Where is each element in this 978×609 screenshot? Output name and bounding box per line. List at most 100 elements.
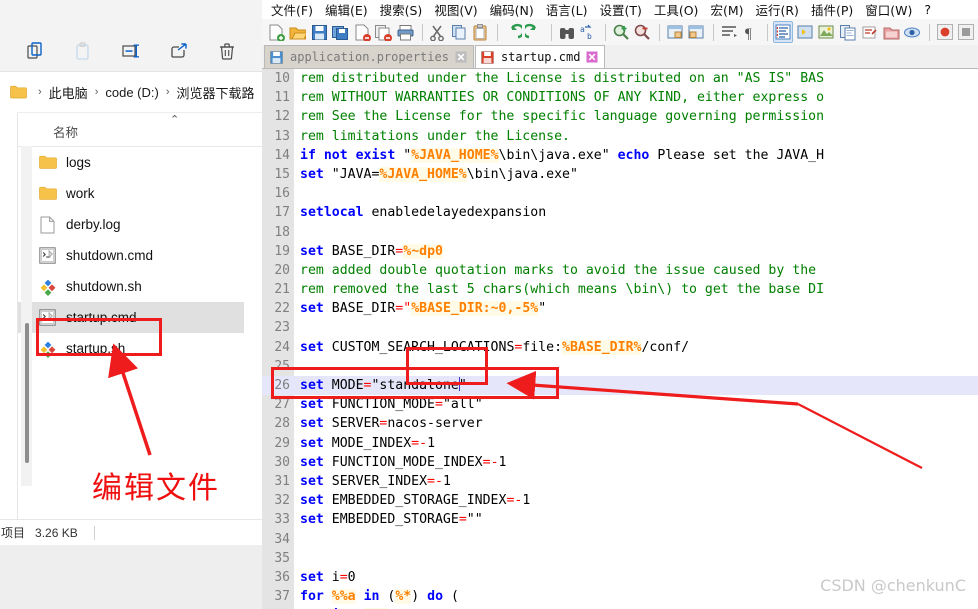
word-wrap-button[interactable] xyxy=(719,21,739,43)
code-line-12[interactable]: 12 rem See the License for the specific l… xyxy=(262,107,978,126)
redo-button[interactable] xyxy=(525,21,545,43)
code-line-21[interactable]: 21 rem removed the last 5 chars(which mea… xyxy=(262,280,978,299)
record-macro-button[interactable] xyxy=(935,21,955,43)
line-content[interactable]: set BASE_DIR="%BASE_DIR:~0,-5%" xyxy=(300,299,546,318)
code-lines[interactable]: 10 rem distributed under the License is d… xyxy=(262,69,978,609)
code-line-13[interactable]: 13 rem limitations under the License. xyxy=(262,127,978,146)
line-content[interactable]: rem WITHOUT WARRANTIES OR CONDITIONS OF … xyxy=(300,88,824,107)
line-content[interactable]: set EMBEDDED_STORAGE_INDEX=-1 xyxy=(300,491,530,510)
stop-macro-button[interactable] xyxy=(956,21,976,43)
share-button[interactable] xyxy=(166,38,192,64)
line-content[interactable]: rem limitations under the License. xyxy=(300,127,570,146)
undo-button[interactable] xyxy=(503,21,523,43)
line-content[interactable]: set "JAVA=%JAVA_HOME%\bin\java.exe" xyxy=(300,165,578,184)
new-file-button[interactable] xyxy=(266,21,286,43)
rename-button[interactable] xyxy=(118,38,144,64)
code-line-24[interactable]: 24 set CUSTOM_SEARCH_LOCATIONS=file:%BASE… xyxy=(262,338,978,357)
save-all-button[interactable] xyxy=(331,21,351,43)
code-line-23[interactable]: 23 xyxy=(262,318,978,337)
code-line-16[interactable]: 16 xyxy=(262,184,978,203)
menu-item-11[interactable]: 窗口(W) xyxy=(859,0,918,20)
menu-item-2[interactable]: 搜索(S) xyxy=(374,0,429,20)
line-content[interactable]: rem distributed under the License is dis… xyxy=(300,69,824,88)
line-content[interactable]: for %%a in (%*) do ( xyxy=(300,587,459,606)
show-symbols-button[interactable]: ¶ xyxy=(740,21,760,43)
copy-button[interactable] xyxy=(22,38,48,64)
line-content[interactable]: rem added double quotation marks to avoi… xyxy=(300,261,816,280)
code-line-33[interactable]: 33 set EMBEDDED_STORAGE="" xyxy=(262,510,978,529)
line-content[interactable]: set EMBEDDED_STORAGE="" xyxy=(300,510,483,529)
delete-button[interactable] xyxy=(214,38,240,64)
menu-item-4[interactable]: 编码(N) xyxy=(484,0,540,20)
code-line-15[interactable]: 15 set "JAVA=%JAVA_HOME%\bin\java.exe" xyxy=(262,165,978,184)
show-utf8-button[interactable] xyxy=(795,21,815,43)
sync-scroll-h-button[interactable] xyxy=(686,21,706,43)
code-line-30[interactable]: 30 set FUNCTION_MODE_INDEX=-1 xyxy=(262,453,978,472)
menu-item-1[interactable]: 编辑(E) xyxy=(319,0,374,20)
open-file-button[interactable] xyxy=(288,21,308,43)
menu-item-5[interactable]: 语言(L) xyxy=(540,0,594,20)
cut-button[interactable] xyxy=(428,21,448,43)
close-icon[interactable] xyxy=(586,51,598,63)
zoom-in-button[interactable] xyxy=(611,21,631,43)
print-button[interactable] xyxy=(395,21,415,43)
code-line-35[interactable]: 35 xyxy=(262,549,978,568)
sync-scroll-v-button[interactable] xyxy=(665,21,685,43)
monitor-button[interactable] xyxy=(903,21,923,43)
explorer-scrollbar-thumb[interactable] xyxy=(25,323,29,463)
copy-button[interactable] xyxy=(449,21,469,43)
file-row-work[interactable]: work xyxy=(18,178,244,209)
close-icon[interactable] xyxy=(455,51,467,63)
code-line-19[interactable]: 19 set BASE_DIR=%~dp0 xyxy=(262,242,978,261)
menu-item-3[interactable]: 视图(V) xyxy=(428,0,483,20)
folder-workspace-button[interactable] xyxy=(881,21,901,43)
line-content[interactable]: rem removed the last 5 chars(which means… xyxy=(300,280,824,299)
code-line-11[interactable]: 11 rem WITHOUT WARRANTIES OR CONDITIONS O… xyxy=(262,88,978,107)
code-line-28[interactable]: 28 set SERVER=nacos-server xyxy=(262,414,978,433)
line-content[interactable]: set i=0 xyxy=(300,568,356,587)
line-content[interactable]: if not exist "%JAVA_HOME%\bin\java.exe" … xyxy=(300,146,824,165)
paste-button[interactable] xyxy=(70,38,96,64)
code-line-14[interactable]: 14 if not exist "%JAVA_HOME%\bin\java.exe… xyxy=(262,146,978,165)
code-line-17[interactable]: 17 setlocal enabledelayedexpansion xyxy=(262,203,978,222)
menu-item-6[interactable]: 设置(T) xyxy=(593,0,647,20)
column-header-name[interactable]: 名称 xyxy=(53,122,78,141)
close-all-button[interactable] xyxy=(374,21,394,43)
menu-item-7[interactable]: 工具(O) xyxy=(648,0,705,20)
code-line-18[interactable]: 18 xyxy=(262,223,978,242)
breadcrumb-item-0[interactable]: 此电脑 xyxy=(49,83,88,102)
indent-guide-button[interactable] xyxy=(772,21,793,43)
zoom-out-button[interactable] xyxy=(633,21,653,43)
line-content[interactable]: set SERVER_INDEX=-1 xyxy=(300,472,451,491)
menu-item-0[interactable]: 文件(F) xyxy=(265,0,319,20)
file-row-shutdown-cmd[interactable]: shutdown.cmd xyxy=(18,240,244,271)
line-content[interactable]: set MODE_INDEX=-1 xyxy=(300,434,435,453)
file-list-column-header[interactable]: 名称 ⌃ xyxy=(18,113,262,147)
file-row-shutdown-sh[interactable]: shutdown.sh xyxy=(18,271,244,302)
line-content[interactable]: set SERVER=nacos-server xyxy=(300,414,483,433)
line-content[interactable]: rem See the License for the specific lan… xyxy=(300,107,824,126)
code-line-10[interactable]: 10 rem distributed under the License is d… xyxy=(262,69,978,88)
replace-button[interactable]: ab xyxy=(579,21,599,43)
code-line-29[interactable]: 29 set MODE_INDEX=-1 xyxy=(262,434,978,453)
menu-item-9[interactable]: 运行(R) xyxy=(749,0,804,20)
close-button[interactable] xyxy=(352,21,372,43)
breadcrumb[interactable]: › 此电脑 › code (D:) › 浏览器下载路 xyxy=(0,72,262,112)
line-content[interactable]: set FUNCTION_MODE_INDEX=-1 xyxy=(300,453,506,472)
tab-startup-cmd[interactable]: startup.cmd xyxy=(474,45,606,68)
breadcrumb-item-2[interactable]: 浏览器下载路 xyxy=(177,83,255,102)
menu-item-10[interactable]: 插件(P) xyxy=(805,0,859,20)
save-button[interactable] xyxy=(309,21,329,43)
find-button[interactable] xyxy=(557,21,577,43)
tab-application-properties[interactable]: application.properties xyxy=(264,45,474,68)
line-content[interactable]: setlocal enabledelayedexpansion xyxy=(300,203,546,222)
code-line-31[interactable]: 31 set SERVER_INDEX=-1 xyxy=(262,472,978,491)
code-line-20[interactable]: 20 rem added double quotation marks to av… xyxy=(262,261,978,280)
paste-button[interactable] xyxy=(471,21,491,43)
code-line-34[interactable]: 34 xyxy=(262,530,978,549)
line-content[interactable]: set CUSTOM_SEARCH_LOCATIONS=file:%BASE_D… xyxy=(300,338,689,357)
menu-item-12[interactable]: ? xyxy=(918,1,937,18)
file-row-derby-log[interactable]: derby.log xyxy=(18,209,244,240)
func-list-button[interactable] xyxy=(859,21,879,43)
code-editor[interactable]: 10 rem distributed under the License is d… xyxy=(262,69,978,609)
